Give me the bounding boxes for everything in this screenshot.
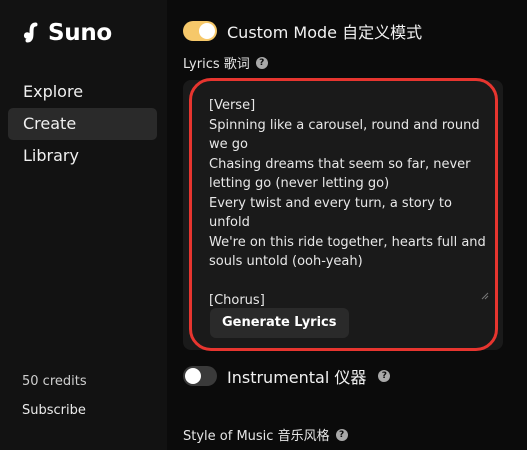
question-circle-icon[interactable]: ? <box>378 370 391 382</box>
toggle-knob <box>199 23 215 39</box>
lyrics-label: Lyrics 歌词 <box>183 57 250 72</box>
suno-app: Suno Explore Create Library 50 credits S… <box>0 0 527 450</box>
question-circle-icon[interactable]: ? <box>335 428 348 441</box>
lyrics-label-row: Lyrics 歌词 ? <box>183 53 268 72</box>
sidebar-item-explore[interactable]: Explore <box>8 76 157 108</box>
instrumental-toggle[interactable] <box>183 366 217 386</box>
sidebar: Suno Explore Create Library 50 credits S… <box>0 0 167 450</box>
lyrics-textarea[interactable]: [Verse] Spinning like a carousel, round … <box>209 96 492 308</box>
create-panel: Custom Mode 自定义模式 Lyrics 歌词 ? [Verse] Sp… <box>167 0 527 450</box>
sidebar-item-library[interactable]: Library <box>8 140 157 172</box>
toggle-knob <box>185 368 201 384</box>
lyrics-field[interactable]: [Verse] Spinning like a carousel, round … <box>183 80 503 350</box>
custom-mode-row: Custom Mode 自定义模式 <box>183 19 422 43</box>
brand-logo[interactable]: Suno <box>22 20 112 46</box>
instrumental-row: Instrumental 仪器 ? <box>183 364 391 388</box>
custom-mode-toggle[interactable] <box>183 21 217 41</box>
subscribe-link[interactable]: Subscribe <box>22 403 86 418</box>
style-of-music-label: Style of Music 音乐风格 <box>183 429 330 444</box>
sidebar-item-create[interactable]: Create <box>8 108 157 140</box>
generate-lyrics-button[interactable]: Generate Lyrics <box>210 308 349 338</box>
style-of-music-label-row: Style of Music 音乐风格 ? <box>183 425 348 444</box>
instrumental-label: Instrumental 仪器 <box>227 368 367 387</box>
suno-logo-icon <box>23 22 38 43</box>
custom-mode-label: Custom Mode 自定义模式 <box>227 23 423 42</box>
resize-grip-icon[interactable] <box>481 292 489 300</box>
credits-count: 50 credits <box>22 374 87 389</box>
brand-name: Suno <box>48 20 112 46</box>
question-circle-icon[interactable]: ? <box>255 56 268 69</box>
